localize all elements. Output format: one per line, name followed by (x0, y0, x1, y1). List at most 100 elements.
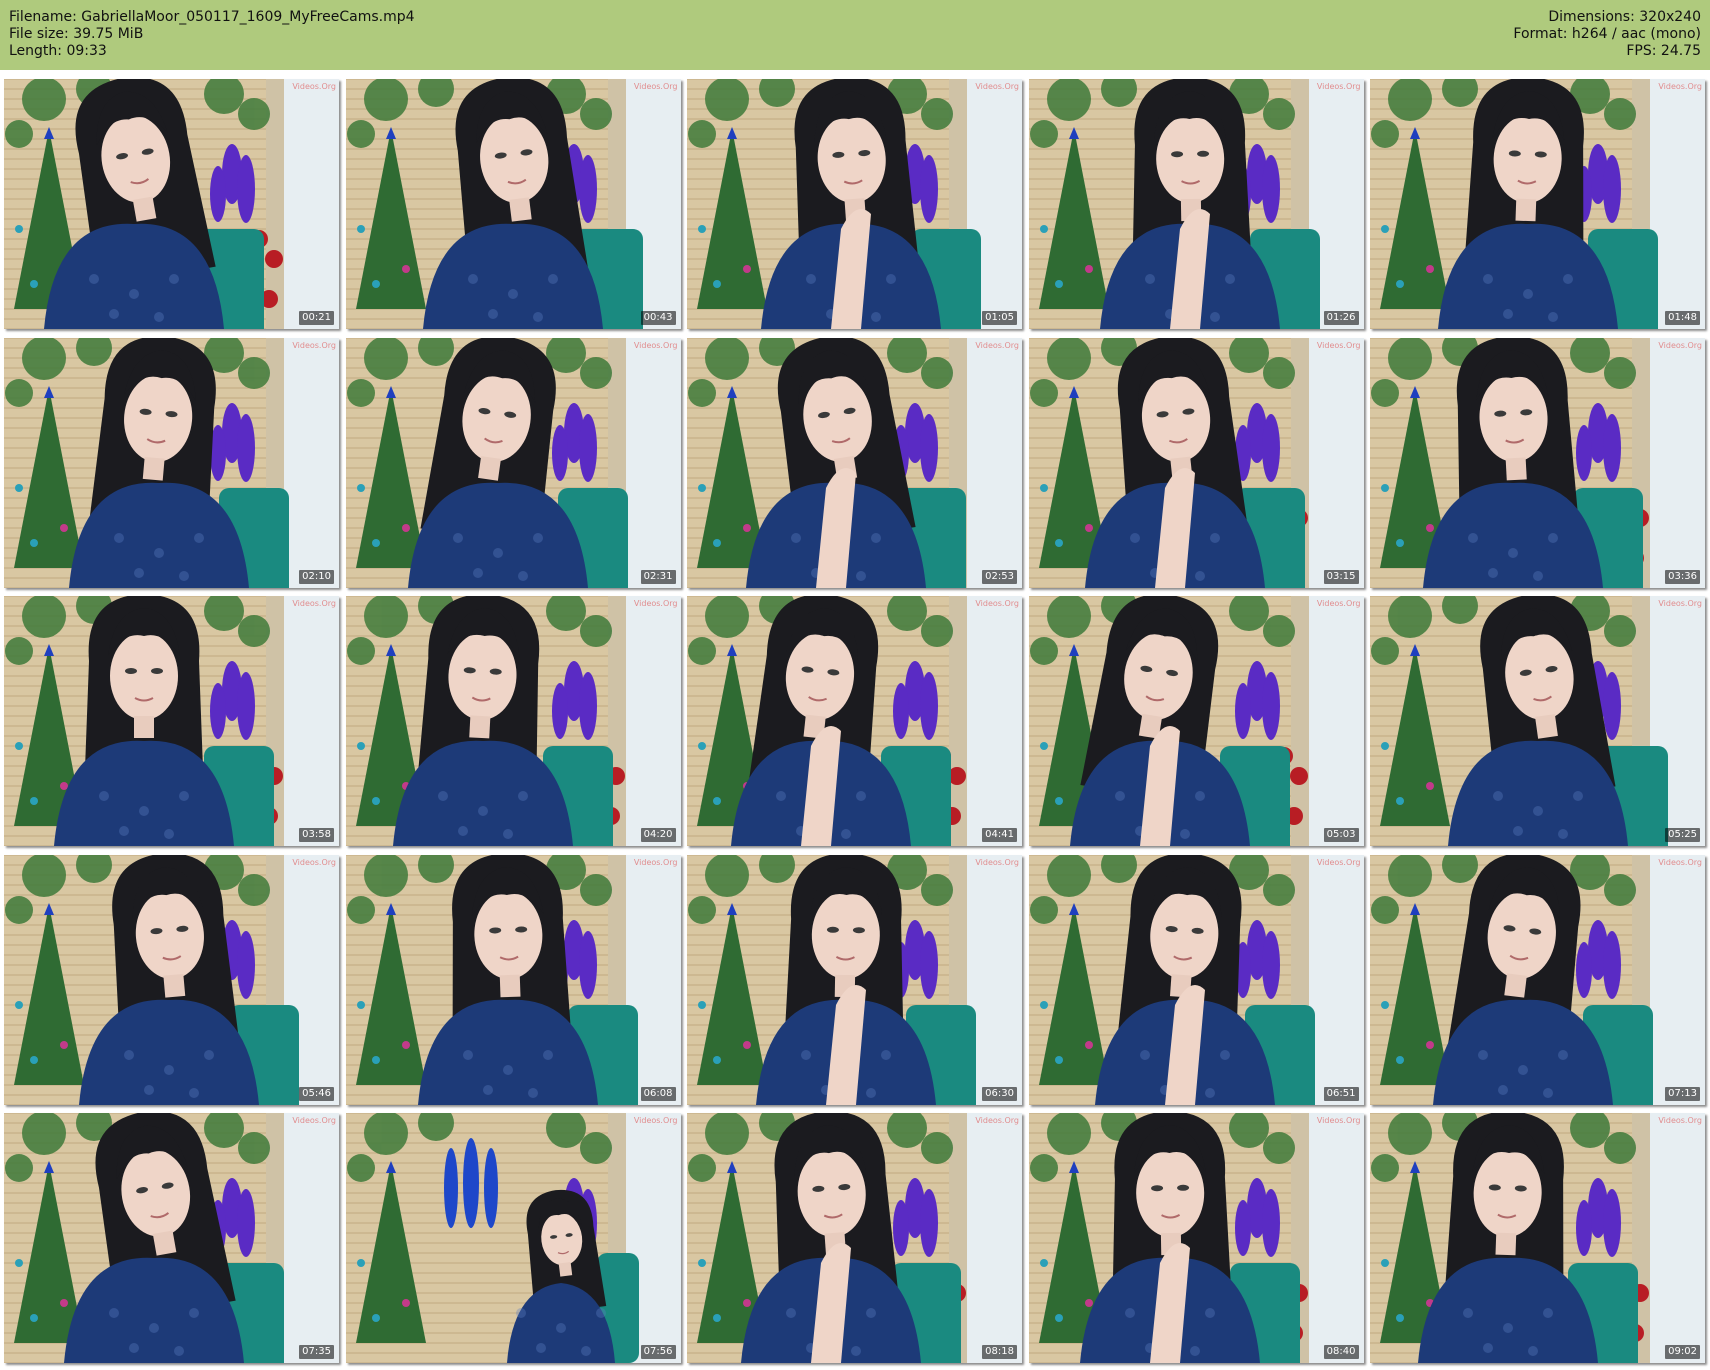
video-thumbnail[interactable]: Videos.Org 07:35 (4, 1113, 339, 1363)
timestamp-label: 06:51 (1323, 1086, 1359, 1101)
thumbnail-image (345, 596, 681, 846)
watermark-label: Videos.Org (1658, 340, 1702, 350)
timestamp-label: 00:21 (299, 311, 334, 325)
timestamp-label: 03:36 (1665, 569, 1700, 584)
thumbnail-image (4, 337, 339, 588)
video-thumbnail[interactable]: Videos.Org 00:43 (345, 79, 681, 329)
timestamp-label: 03:58 (299, 828, 334, 842)
video-thumbnail[interactable]: Videos.Org 07:56 (345, 1113, 681, 1363)
watermark-label: Videos.Org (1316, 340, 1361, 350)
video-thumbnail[interactable]: Videos.Org 08:18 (687, 1113, 1022, 1363)
timestamp-label: 01:26 (1323, 311, 1359, 325)
timestamp-label: 08:40 (1323, 1345, 1359, 1359)
watermark-label: Videos.Org (1658, 599, 1702, 608)
timestamp-label: 04:41 (982, 828, 1017, 842)
video-thumbnail[interactable]: Videos.Org 05:03 (1028, 596, 1364, 846)
thumbnail-image (1370, 79, 1705, 329)
watermark-label: Videos.Org (292, 599, 336, 608)
thumbnail-grid: Videos.Org 00:21 Videos.Org 00:43 Videos… (4, 79, 1706, 1365)
thumbnail-image (1028, 1113, 1364, 1363)
file-info-left: Filename: GabriellaMoor_050117_1609_MyFr… (9, 9, 415, 60)
timestamp-label: 07:13 (1665, 1086, 1700, 1101)
watermark-label: Videos.Org (975, 1116, 1019, 1125)
file-info-header: Filename: GabriellaMoor_050117_1609_MyFr… (0, 0, 1710, 70)
watermark-label: Videos.Org (292, 82, 336, 91)
watermark-label: Videos.Org (633, 340, 678, 350)
video-thumbnail[interactable]: Videos.Org 06:30 (687, 854, 1022, 1105)
watermark-label: Videos.Org (1316, 599, 1361, 608)
thumbnail-image (1370, 854, 1705, 1105)
thumbnail-image (1028, 854, 1364, 1105)
watermark-label: Videos.Org (1658, 82, 1702, 91)
thumbnail-image (1370, 337, 1705, 588)
video-thumbnail[interactable]: Videos.Org 04:20 (345, 596, 681, 846)
timestamp-label: 02:31 (640, 569, 676, 584)
video-thumbnail[interactable]: Videos.Org 06:51 (1028, 854, 1364, 1105)
timestamp-label: 02:53 (982, 569, 1017, 584)
thumbnail-image (1370, 596, 1705, 846)
timestamp-label: 00:43 (640, 311, 676, 325)
watermark-label: Videos.Org (633, 82, 678, 91)
watermark-label: Videos.Org (633, 599, 678, 608)
thumbnail-image (687, 79, 1022, 329)
timestamp-label: 07:56 (640, 1345, 676, 1359)
watermark-label: Videos.Org (975, 857, 1019, 867)
file-info-right: Dimensions: 320x240 Format: h264 / aac (… (1513, 9, 1701, 60)
timestamp-label: 01:48 (1665, 311, 1700, 325)
video-thumbnail[interactable]: Videos.Org 07:13 (1370, 854, 1705, 1105)
video-thumbnail[interactable]: Videos.Org 00:21 (4, 79, 339, 329)
video-thumbnail[interactable]: Videos.Org 03:58 (4, 596, 339, 846)
watermark-label: Videos.Org (633, 1116, 678, 1125)
watermark-label: Videos.Org (975, 599, 1019, 608)
thumbnail-image (345, 854, 681, 1105)
video-thumbnail[interactable]: Videos.Org 01:26 (1028, 79, 1364, 329)
watermark-label: Videos.Org (292, 340, 336, 350)
watermark-label: Videos.Org (1658, 857, 1702, 867)
watermark-label: Videos.Org (1316, 1116, 1361, 1125)
timestamp-label: 05:46 (299, 1086, 334, 1101)
video-thumbnail[interactable]: Videos.Org 05:46 (4, 854, 339, 1105)
thumbnail-image (1028, 337, 1364, 588)
thumbnail-image (687, 337, 1022, 588)
thumbnail-image (345, 79, 681, 329)
watermark-label: Videos.Org (975, 82, 1019, 91)
video-thumbnail[interactable]: Videos.Org 03:36 (1370, 337, 1705, 588)
video-thumbnail[interactable]: Videos.Org 06:08 (345, 854, 681, 1105)
timestamp-label: 06:30 (982, 1086, 1017, 1101)
filename-label: Filename: GabriellaMoor_050117_1609_MyFr… (9, 9, 415, 25)
video-thumbnail[interactable]: Videos.Org 03:15 (1028, 337, 1364, 588)
video-thumbnail[interactable]: Videos.Org 09:02 (1370, 1113, 1705, 1363)
watermark-label: Videos.Org (975, 340, 1019, 350)
timestamp-label: 04:20 (640, 828, 676, 842)
video-thumbnail[interactable]: Videos.Org 04:41 (687, 596, 1022, 846)
watermark-label: Videos.Org (292, 1116, 336, 1125)
timestamp-label: 05:03 (1323, 828, 1359, 842)
thumbnail-image (1028, 596, 1364, 846)
thumbnail-image (687, 854, 1022, 1105)
watermark-label: Videos.Org (1316, 857, 1361, 867)
format-label: Format: h264 / aac (mono) (1513, 26, 1701, 42)
timestamp-label: 01:05 (982, 311, 1017, 325)
video-thumbnail[interactable]: Videos.Org 02:10 (4, 337, 339, 588)
video-thumbnail[interactable]: Videos.Org 02:31 (345, 337, 681, 588)
video-thumbnail[interactable]: Videos.Org 01:05 (687, 79, 1022, 329)
video-thumbnail[interactable]: Videos.Org 08:40 (1028, 1113, 1364, 1363)
thumbnail-image (345, 337, 681, 588)
video-thumbnail[interactable]: Videos.Org 05:25 (1370, 596, 1705, 846)
filesize-label: File size: 39.75 MiB (9, 26, 144, 42)
thumbnail-image (4, 79, 339, 329)
thumbnail-image (1028, 79, 1364, 329)
timestamp-label: 05:25 (1665, 828, 1700, 842)
timestamp-label: 02:10 (299, 569, 334, 584)
fps-label: FPS: 24.75 (1626, 43, 1701, 59)
timestamp-label: 09:02 (1665, 1345, 1700, 1359)
timestamp-label: 07:35 (299, 1345, 334, 1359)
timestamp-label: 06:08 (640, 1086, 676, 1101)
dimensions-label: Dimensions: 320x240 (1548, 9, 1701, 25)
video-thumbnail[interactable]: Videos.Org 02:53 (687, 337, 1022, 588)
video-thumbnail[interactable]: Videos.Org 01:48 (1370, 79, 1705, 329)
watermark-label: Videos.Org (633, 857, 678, 867)
watermark-label: Videos.Org (1658, 1116, 1702, 1125)
thumbnail-image (345, 1113, 681, 1363)
timestamp-label: 08:18 (982, 1345, 1017, 1359)
